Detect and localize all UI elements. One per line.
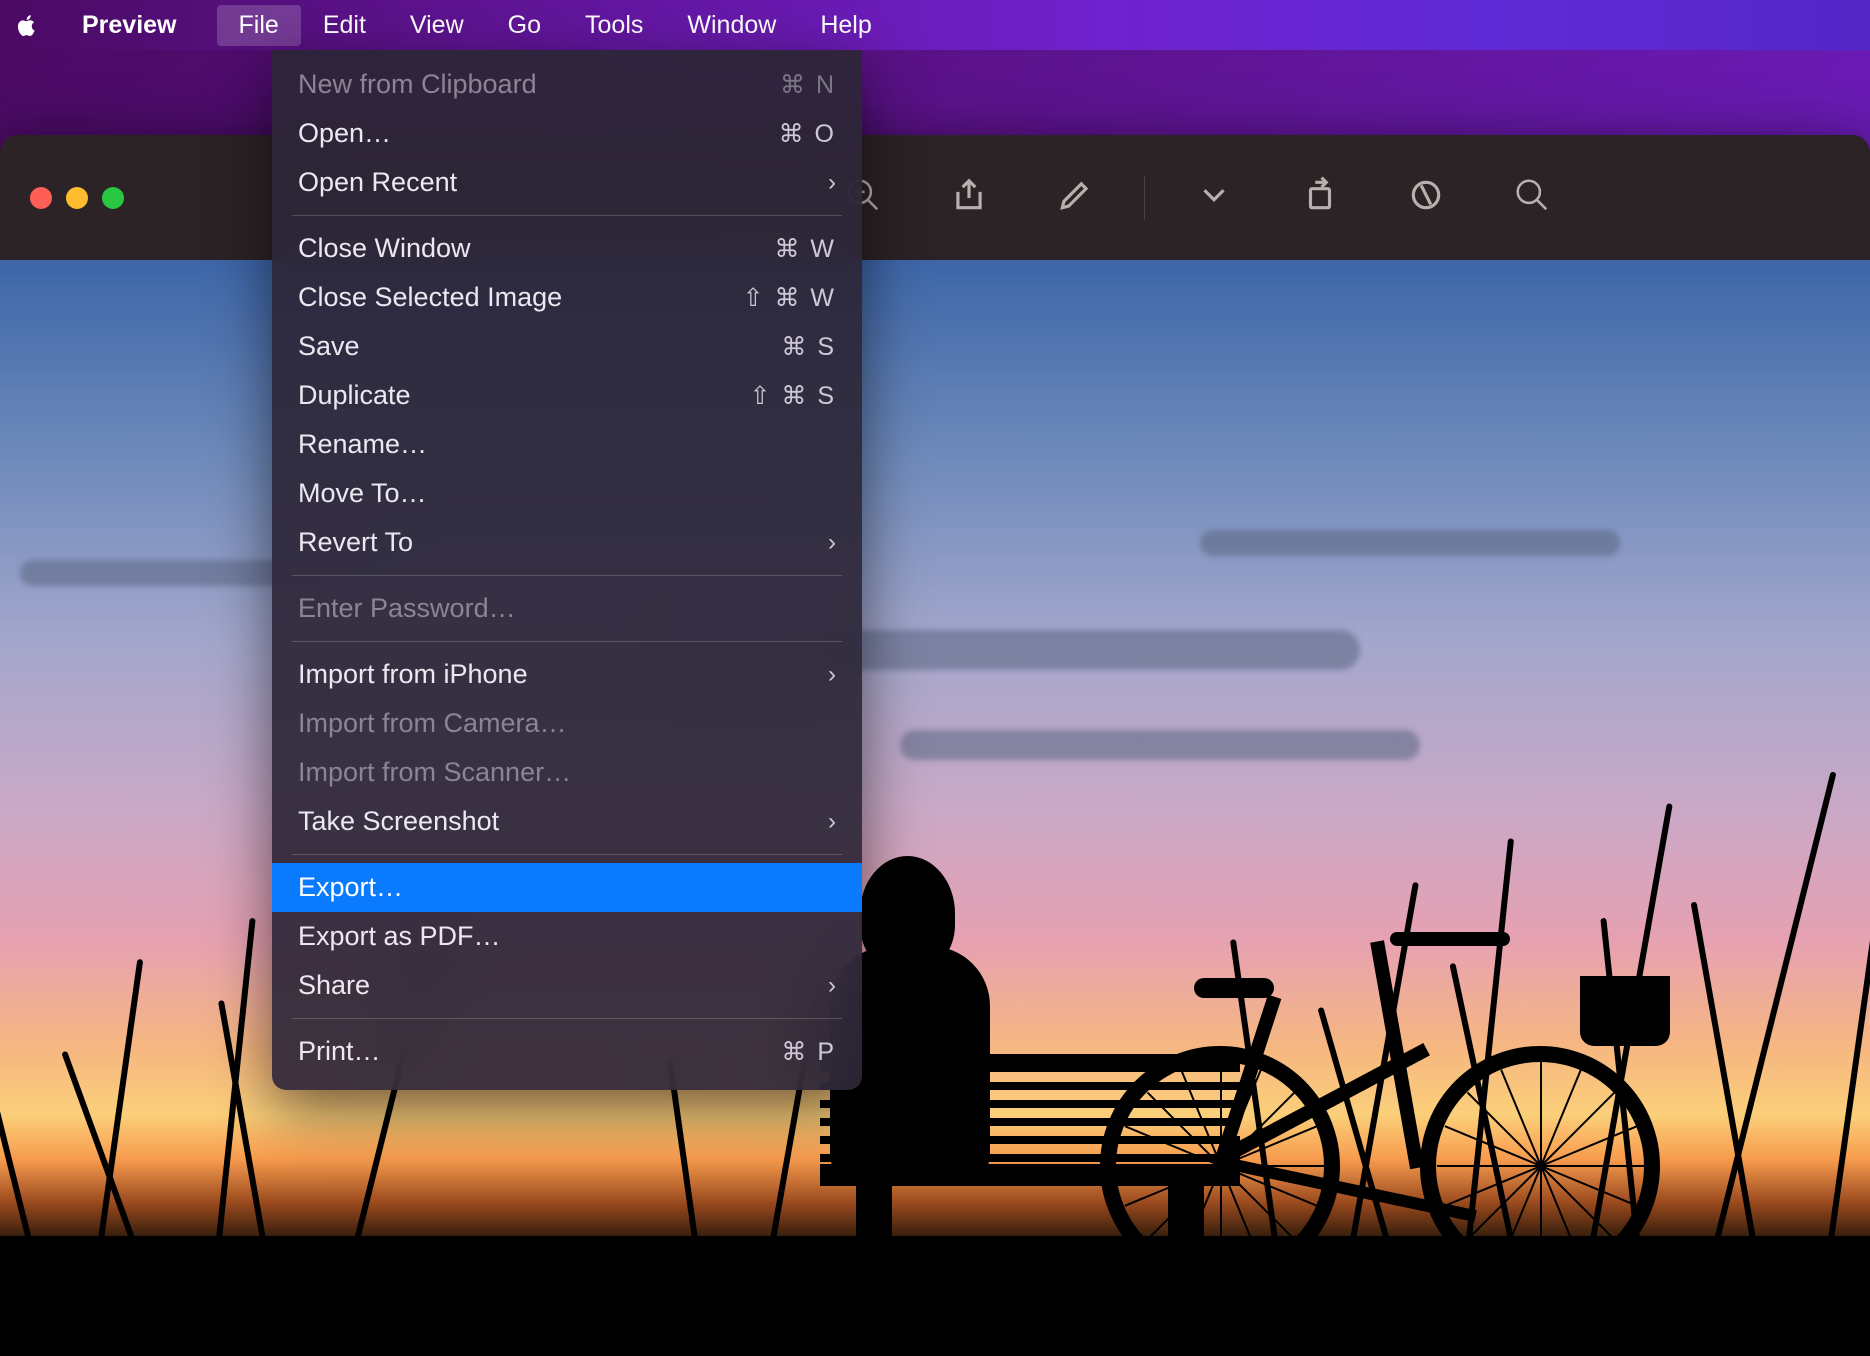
app-name[interactable]: Preview <box>70 5 189 46</box>
search-icon[interactable] <box>1513 176 1551 219</box>
menu-item-label: Revert To <box>298 527 413 558</box>
menu-item-label: Print… <box>298 1036 381 1067</box>
menu-shortcut: ⌘ O <box>756 119 836 149</box>
menu-item-label: Open… <box>298 118 391 149</box>
menu-item-move-to[interactable]: Move To… <box>272 469 862 518</box>
menu-window[interactable]: Window <box>665 5 798 46</box>
menu-view[interactable]: View <box>388 5 486 46</box>
menu-item-open[interactable]: Open… ⌘ O <box>272 109 862 158</box>
markup-icon[interactable] <box>1056 176 1094 219</box>
apple-menu-icon[interactable] <box>14 12 40 38</box>
menu-item-export-as-pdf[interactable]: Export as PDF… <box>272 912 862 961</box>
menu-item-enter-password: Enter Password… <box>272 584 862 633</box>
window-maximize-button[interactable] <box>102 187 124 209</box>
menu-item-close-window[interactable]: Close Window ⌘ W <box>272 224 862 273</box>
menu-item-rename[interactable]: Rename… <box>272 420 862 469</box>
menu-item-share[interactable]: Share › <box>272 961 862 1010</box>
menubar: Preview FileEditViewGoToolsWindowHelp <box>0 0 1870 50</box>
menu-shortcut: ⌘ S <box>756 332 836 362</box>
highlight-icon[interactable] <box>1407 176 1445 219</box>
menu-item-save[interactable]: Save ⌘ S <box>272 322 862 371</box>
menu-item-label: Duplicate <box>298 380 411 411</box>
menu-item-label: New from Clipboard <box>298 69 537 100</box>
menu-item-print[interactable]: Print… ⌘ P <box>272 1027 862 1076</box>
chevron-right-icon: › <box>828 661 836 689</box>
menu-item-import-from-scanner: Import from Scanner… <box>272 748 862 797</box>
menu-item-new-from-clipboard: New from Clipboard ⌘ N <box>272 60 862 109</box>
menu-item-import-from-camera: Import from Camera… <box>272 699 862 748</box>
menu-item-label: Rename… <box>298 429 427 460</box>
dropdown-chevron-icon[interactable] <box>1195 176 1233 219</box>
toolbar-separator <box>1144 176 1145 220</box>
menu-help[interactable]: Help <box>798 5 893 46</box>
menu-item-import-from-iphone[interactable]: Import from iPhone › <box>272 650 862 699</box>
menu-item-duplicate[interactable]: Duplicate ⇧ ⌘ S <box>272 371 862 420</box>
menu-item-label: Open Recent <box>298 167 457 198</box>
menu-go[interactable]: Go <box>486 5 563 46</box>
menu-item-label: Import from Camera… <box>298 708 567 739</box>
menu-separator <box>292 1018 842 1019</box>
bicycle-silhouette <box>1100 856 1660 1286</box>
window-close-button[interactable] <box>30 187 52 209</box>
menu-item-label: Enter Password… <box>298 593 516 624</box>
rotate-icon[interactable] <box>1301 176 1339 219</box>
menu-edit[interactable]: Edit <box>301 5 388 46</box>
menu-shortcut: ⇧ ⌘ S <box>749 381 836 411</box>
menu-separator <box>292 575 842 576</box>
menu-separator <box>292 854 842 855</box>
window-minimize-button[interactable] <box>66 187 88 209</box>
menu-separator <box>292 641 842 642</box>
menu-item-take-screenshot[interactable]: Take Screenshot › <box>272 797 862 846</box>
menu-item-label: Share <box>298 970 370 1001</box>
menu-item-label: Close Window <box>298 233 471 264</box>
menu-item-open-recent[interactable]: Open Recent › <box>272 158 862 207</box>
menu-item-revert-to[interactable]: Revert To › <box>272 518 862 567</box>
menu-separator <box>292 215 842 216</box>
traffic-lights <box>30 187 124 209</box>
menu-shortcut: ⇧ ⌘ W <box>743 283 836 313</box>
chevron-right-icon: › <box>828 972 836 1000</box>
menu-tools[interactable]: Tools <box>563 5 665 46</box>
share-icon[interactable] <box>950 176 988 219</box>
chevron-right-icon: › <box>828 529 836 557</box>
menu-item-label: Import from Scanner… <box>298 757 571 788</box>
menu-file[interactable]: File <box>217 5 301 46</box>
menu-shortcut: ⌘ P <box>756 1037 836 1067</box>
menu-item-label: Save <box>298 331 360 362</box>
menu-item-label: Move To… <box>298 478 427 509</box>
menu-shortcut: ⌘ W <box>756 234 836 264</box>
file-menu-dropdown: New from Clipboard ⌘ N Open… ⌘ O Open Recent… <box>272 50 862 1090</box>
chevron-right-icon: › <box>828 169 836 197</box>
menu-item-label: Take Screenshot <box>298 806 499 837</box>
menu-item-label: Close Selected Image <box>298 282 562 313</box>
menu-item-label: Export as PDF… <box>298 921 501 952</box>
menu-item-close-selected-image[interactable]: Close Selected Image ⇧ ⌘ W <box>272 273 862 322</box>
menu-item-export[interactable]: Export… <box>272 863 862 912</box>
menu-item-label: Export… <box>298 872 403 903</box>
menu-item-label: Import from iPhone <box>298 659 528 690</box>
chevron-right-icon: › <box>828 808 836 836</box>
menu-shortcut: ⌘ N <box>756 70 836 100</box>
